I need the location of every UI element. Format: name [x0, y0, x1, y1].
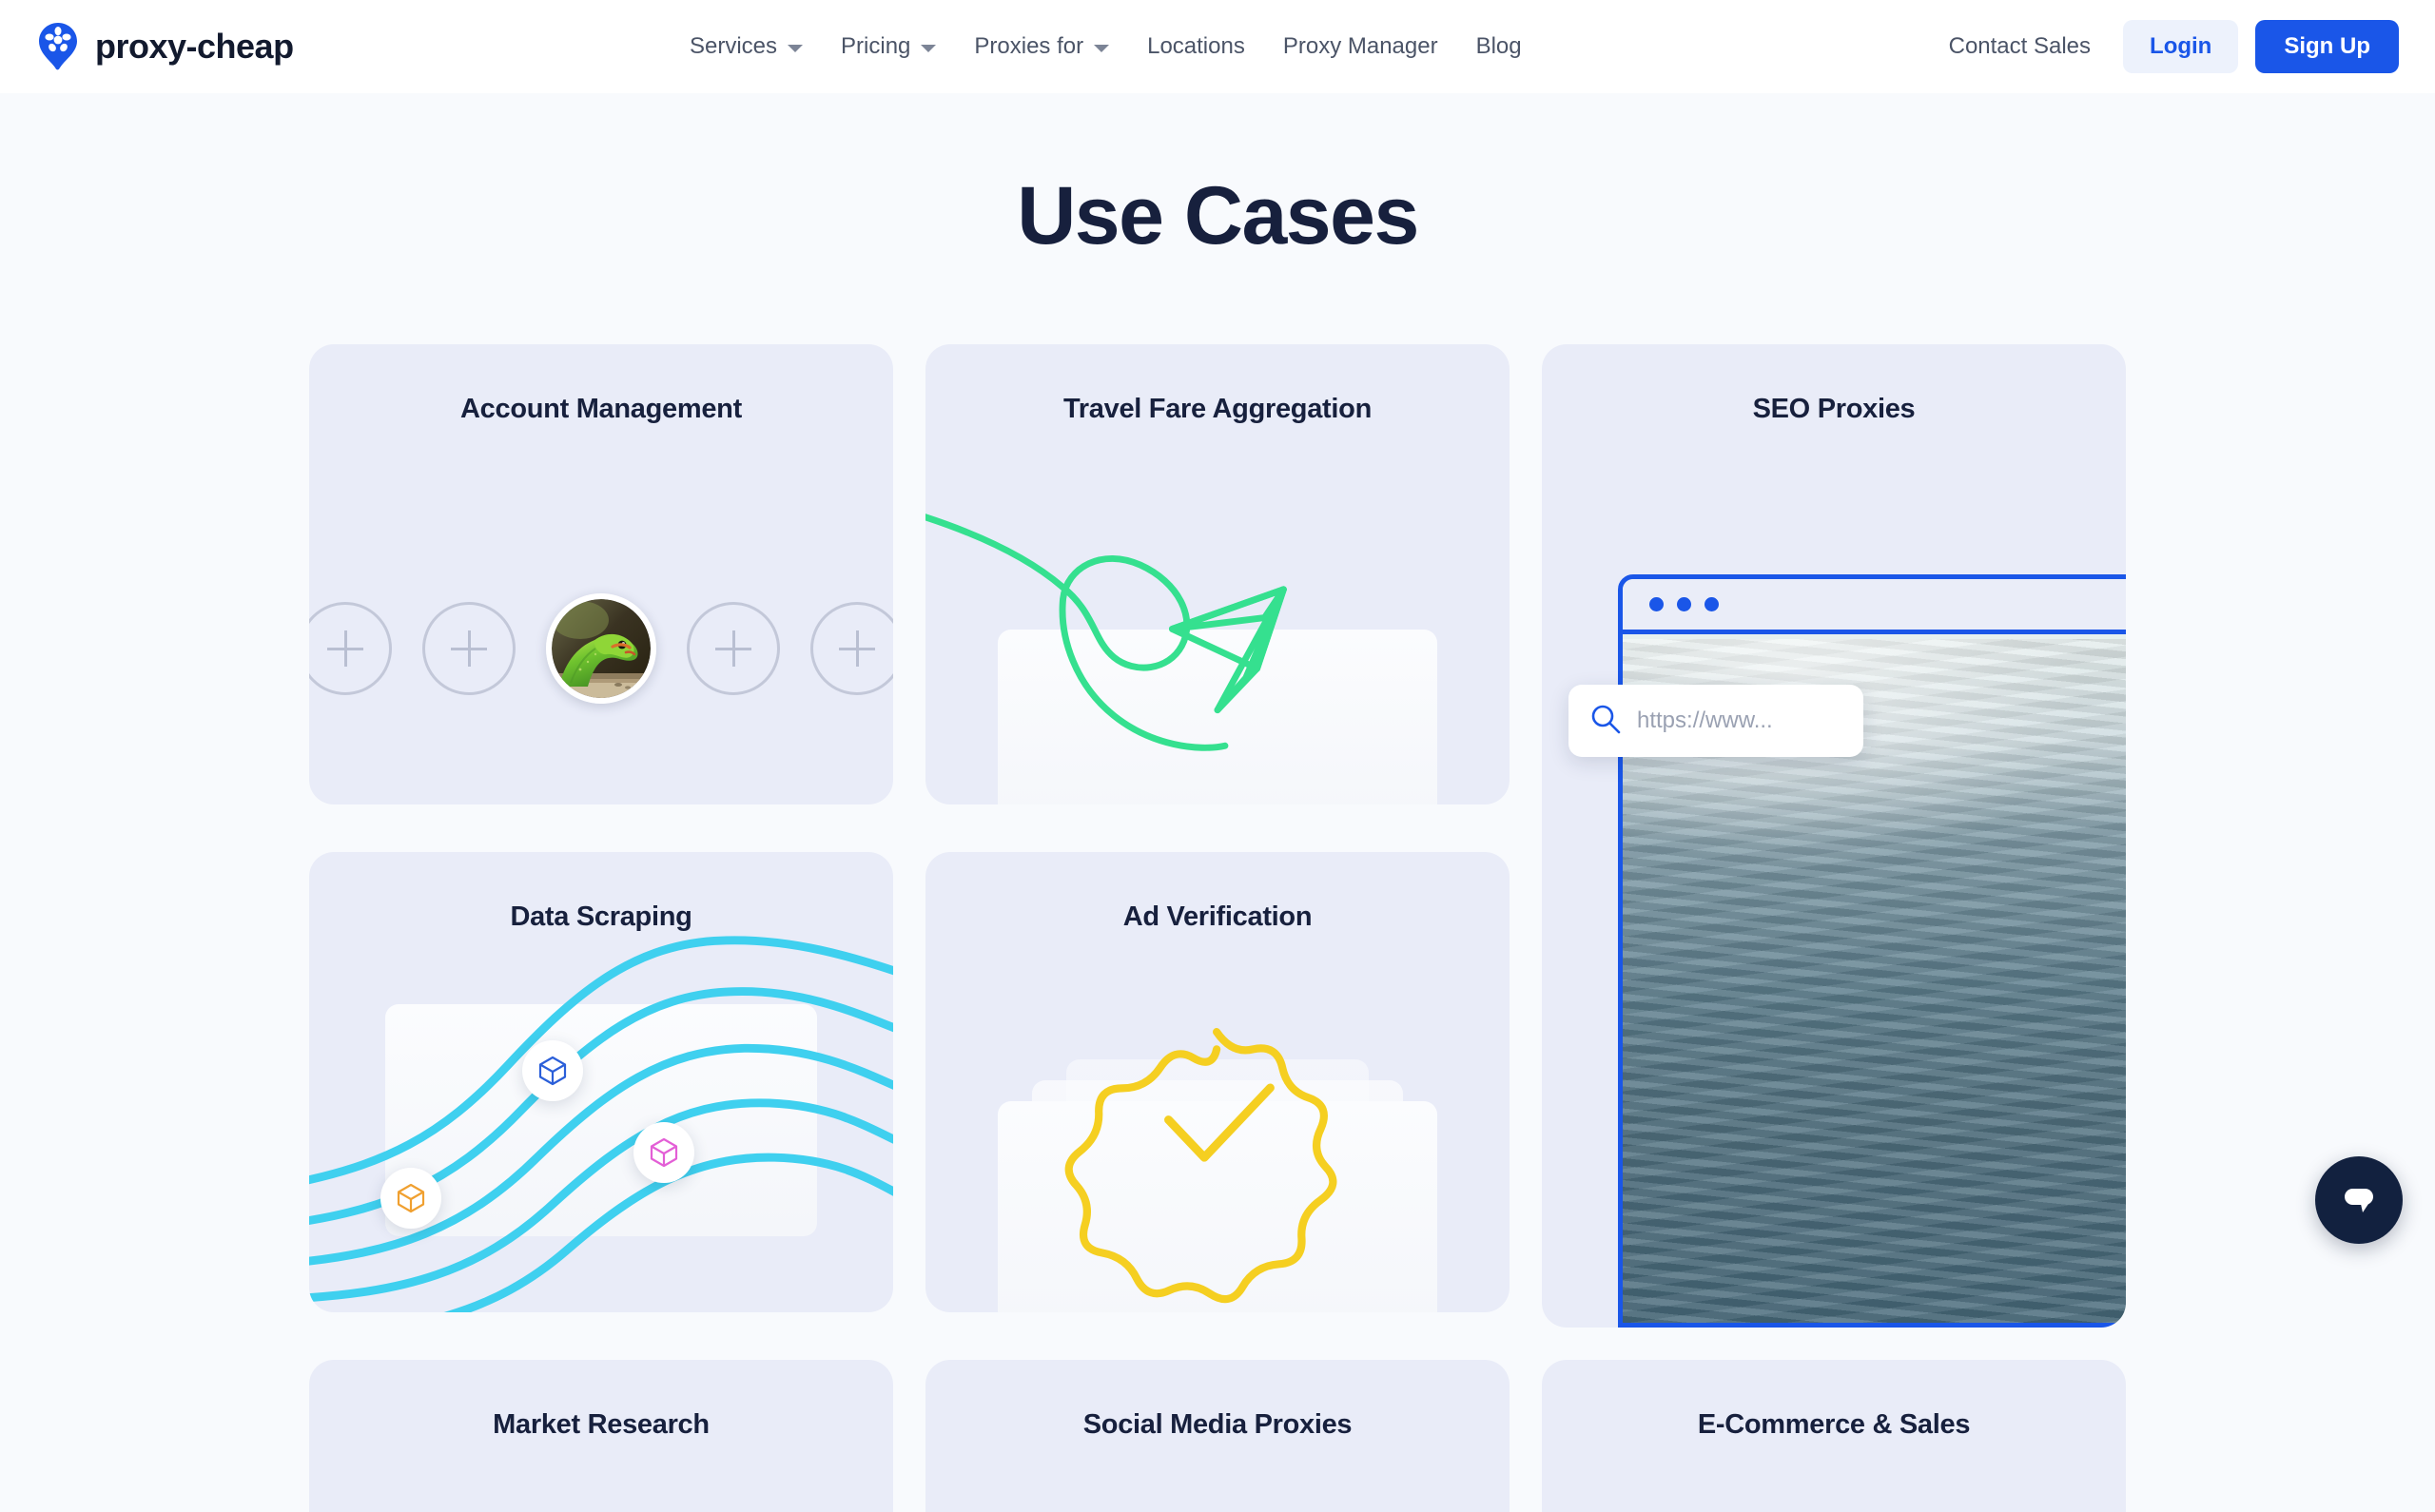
seo-proxies-illustration: https://www...	[1542, 344, 2126, 1328]
card-title: Ad Verification	[1122, 901, 1313, 932]
nav-label: Proxies for	[974, 33, 1084, 59]
add-avatar-placeholder[interactable]	[810, 602, 893, 695]
chevron-down-icon	[788, 44, 804, 52]
add-avatar-placeholder[interactable]	[309, 602, 392, 695]
top-navigation-bar: proxy-cheap Services Pricing Proxies for…	[0, 0, 2435, 93]
use-case-card-ad-verification[interactable]: Ad Verification	[925, 852, 1510, 1312]
cube-badge-blue	[522, 1040, 583, 1101]
nav-item-proxies-for[interactable]: Proxies for	[955, 26, 1128, 68]
browser-title-bar	[1623, 579, 2126, 634]
chat-widget-button[interactable]	[2315, 1156, 2403, 1244]
chat-bubble-icon	[2337, 1176, 2381, 1225]
use-case-card-social-media-proxies[interactable]: Social Media Proxies	[925, 1360, 1510, 1512]
card-title: E-Commerce & Sales	[1697, 1409, 1971, 1440]
magnifier-icon	[1589, 703, 1622, 740]
use-case-card-account-management[interactable]: Account Management	[309, 344, 893, 804]
nav-item-pricing[interactable]: Pricing	[822, 26, 955, 68]
nav-label: Pricing	[841, 33, 911, 59]
signup-button[interactable]: Sign Up	[2255, 20, 2399, 73]
primary-nav: Services Pricing Proxies for Locations P…	[671, 0, 1541, 93]
nav-label: Services	[690, 33, 778, 59]
nav-label: Blog	[1475, 33, 1522, 59]
login-button[interactable]: Login	[2123, 20, 2239, 73]
use-case-grid: Account Management Travel Fare Aggregati…	[309, 344, 2126, 1512]
use-case-card-market-research[interactable]: Market Research	[309, 1360, 893, 1512]
avatar[interactable]	[546, 593, 656, 704]
card-title: Market Research	[493, 1409, 710, 1440]
nav-item-services[interactable]: Services	[671, 26, 822, 68]
card-title: Travel Fare Aggregation	[1062, 394, 1372, 424]
chevron-down-icon	[1094, 44, 1110, 52]
cube-badge-orange	[380, 1168, 441, 1229]
card-title: Social Media Proxies	[1082, 1409, 1353, 1440]
page-title: Use Cases	[1017, 170, 1419, 262]
card-title: SEO Proxies	[1752, 394, 1916, 424]
nav-label: Locations	[1147, 33, 1245, 59]
window-dot-icon	[1704, 597, 1719, 611]
card-title: Data Scraping	[510, 901, 692, 932]
card-title: Account Management	[460, 394, 742, 424]
window-dot-icon	[1649, 597, 1664, 611]
brand-logo[interactable]: proxy-cheap	[36, 22, 294, 71]
use-case-card-ecommerce-sales[interactable]: E-Commerce & Sales	[1542, 1360, 2126, 1512]
nav-item-locations[interactable]: Locations	[1128, 26, 1264, 68]
use-case-card-seo-proxies[interactable]: SEO Proxies https://www...	[1542, 344, 2126, 1328]
cube-badge-pink	[633, 1122, 694, 1183]
use-case-card-data-scraping[interactable]: Data Scraping	[309, 852, 893, 1312]
url-search-placeholder: https://www...	[1637, 708, 1773, 733]
avatar-row	[309, 593, 893, 704]
chevron-down-icon	[921, 44, 937, 52]
url-search-box[interactable]: https://www...	[1568, 685, 1863, 757]
use-case-card-travel-fare-aggregation[interactable]: Travel Fare Aggregation	[925, 344, 1510, 804]
proxy-cheap-pin-logo-icon	[36, 22, 80, 71]
nav-item-proxy-manager[interactable]: Proxy Manager	[1264, 26, 1457, 68]
page-body: Use Cases Account Management Travel Fare…	[0, 169, 2435, 1512]
nav-item-blog[interactable]: Blog	[1457, 26, 1541, 68]
nav-label: Proxy Manager	[1282, 33, 1438, 59]
contact-sales-link[interactable]: Contact Sales	[1924, 24, 2115, 69]
add-avatar-placeholder[interactable]	[422, 602, 516, 695]
window-dot-icon	[1677, 597, 1691, 611]
nav-actions: Contact Sales Login Sign Up	[1924, 20, 2399, 73]
add-avatar-placeholder[interactable]	[687, 602, 780, 695]
brand-name: proxy-cheap	[95, 27, 294, 66]
